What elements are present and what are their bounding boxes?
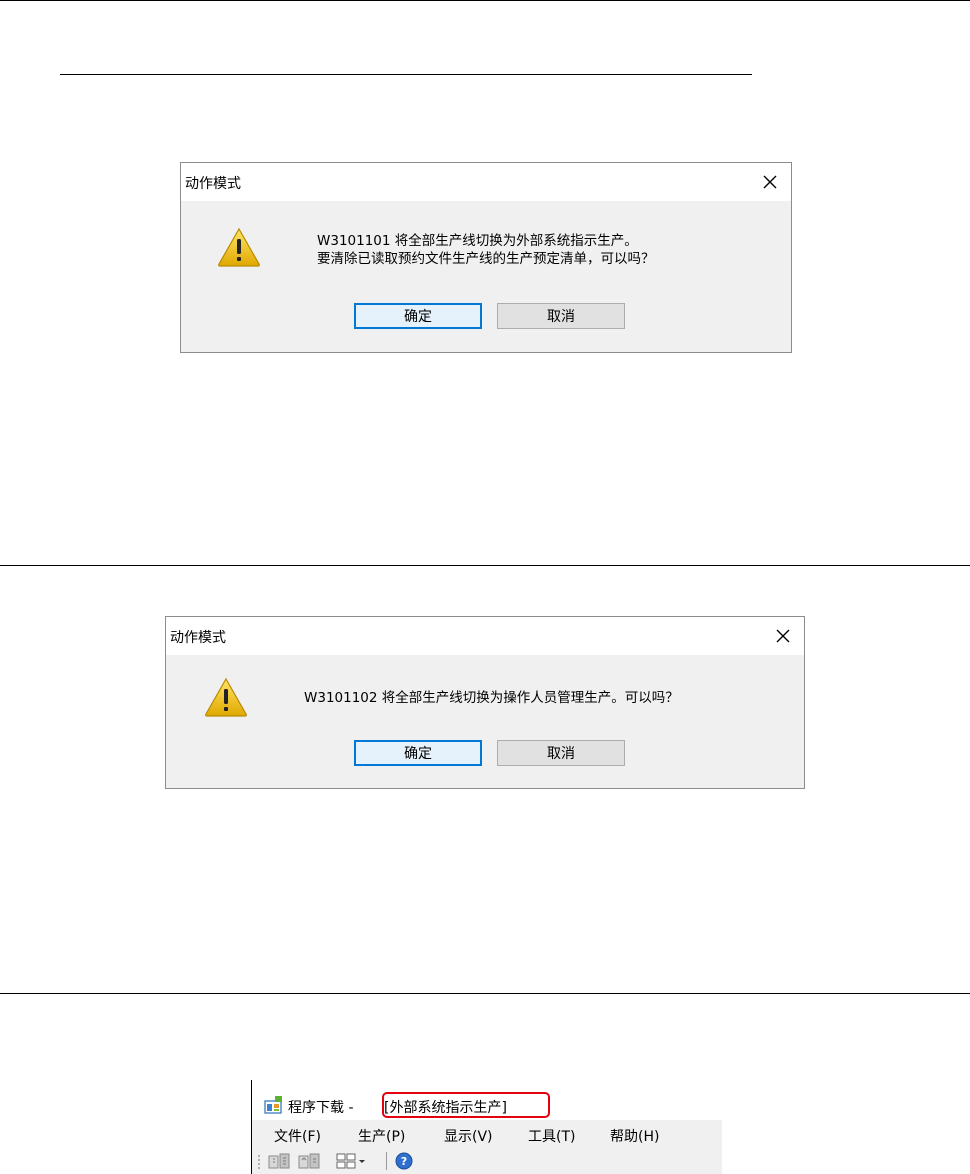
cancel-button[interactable]: 取消	[497, 303, 625, 329]
dialog-titlebar: 动作模式	[181, 163, 791, 201]
toolbar-grip[interactable]	[258, 1154, 260, 1170]
download-icon[interactable]	[268, 1152, 290, 1174]
mode-label: [外部系统指示生产]	[384, 1100, 507, 1116]
app-titlebar: 程序下载 - [外部系统指示生产]	[252, 1080, 722, 1120]
svg-text:?: ?	[401, 1155, 407, 1168]
section-divider-1	[0, 565, 970, 566]
warning-icon	[217, 227, 261, 271]
message-line-2: 要清除已读取预约文件生产线的生产预定清单，可以吗？	[317, 251, 655, 267]
dialog-message: W3101101 将全部生产线切换为外部系统指示生产。 要清除已读取预约文件生产…	[317, 232, 655, 268]
section-divider-2	[0, 993, 970, 994]
top-rule	[0, 0, 970, 1]
message-line-1: W3101101 将全部生产线切换为外部系统指示生产。	[317, 233, 638, 249]
menu-bar: 文件(F) 生产(P) 显示(V) 工具(T) 帮助(H)	[252, 1120, 722, 1148]
dialog-title: 动作模式	[170, 630, 226, 646]
ok-button[interactable]: 确定	[354, 740, 482, 766]
help-icon[interactable]: ?	[395, 1152, 413, 1174]
toolbar: ?	[252, 1148, 722, 1174]
app-title: 程序下载 -	[288, 1100, 354, 1116]
menu-view[interactable]: 显示(V)	[444, 1126, 493, 1146]
warning-icon	[204, 677, 248, 721]
menu-production[interactable]: 生产(P)	[358, 1126, 405, 1146]
app-icon	[264, 1096, 284, 1118]
view-layout-icon[interactable]	[336, 1152, 368, 1174]
confirm-dialog-external-system: 动作模式 W3101101 将全部生产线切换为外部系统指示生产。 要清除已读取预…	[180, 162, 792, 353]
menu-file[interactable]: 文件(F)	[274, 1126, 321, 1146]
dialog-title: 动作模式	[185, 176, 241, 192]
cancel-button[interactable]: 取消	[497, 740, 625, 766]
upload-icon[interactable]	[298, 1152, 320, 1174]
menu-help[interactable]: 帮助(H)	[610, 1126, 659, 1146]
menu-tools[interactable]: 工具(T)	[528, 1126, 575, 1146]
message-line-1: W3101102 将全部生产线切换为操作人员管理生产。可以吗？	[304, 690, 679, 706]
sub-rule	[60, 74, 752, 75]
dialog-message: W3101102 将全部生产线切换为操作人员管理生产。可以吗？	[304, 689, 679, 707]
ok-button[interactable]: 确定	[354, 303, 482, 329]
app-window-fragment: 程序下载 - [外部系统指示生产] 文件(F) 生产(P) 显示(V) 工具(T…	[251, 1080, 722, 1174]
confirm-dialog-operator-managed: 动作模式 W3101102 将全部生产线切换为操作人员管理生产。可以吗？ 确定 …	[165, 616, 805, 789]
dialog-titlebar: 动作模式	[166, 617, 804, 655]
close-icon[interactable]	[770, 623, 796, 649]
toolbar-separator	[386, 1152, 387, 1170]
close-icon[interactable]	[757, 169, 783, 195]
